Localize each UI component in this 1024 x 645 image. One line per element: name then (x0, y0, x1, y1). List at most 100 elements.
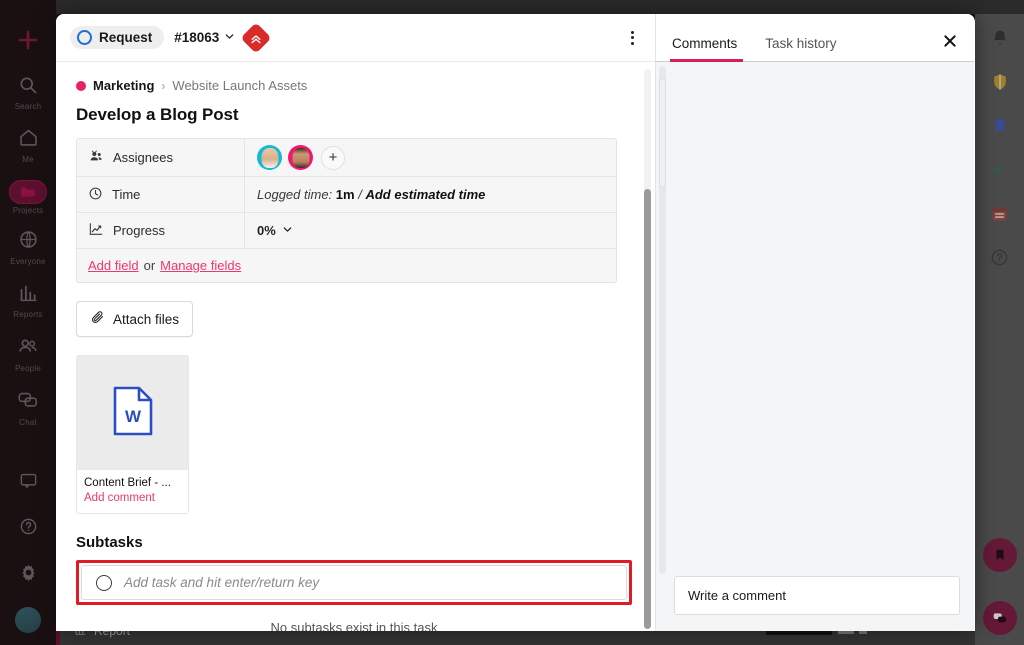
subtask-input-placeholder: Add task and hit enter/return key (124, 575, 320, 590)
avatar-face (261, 148, 278, 168)
scrollbar-thumb[interactable] (644, 189, 651, 629)
question-icon[interactable] (990, 248, 1009, 272)
calendar-icon[interactable] (990, 204, 1009, 229)
gear-icon (19, 563, 38, 587)
subtask-status-circle-icon (96, 574, 112, 591)
task-id-label: #18063 (174, 30, 220, 45)
bookmark-icon[interactable] (991, 116, 1009, 141)
tab-label: Comments (672, 35, 738, 51)
avatar[interactable] (288, 145, 313, 170)
comments-list (656, 62, 974, 576)
bookmark-fab-icon[interactable] (982, 538, 1017, 572)
avatar[interactable] (257, 145, 282, 170)
subtask-input[interactable]: Add task and hit enter/return key (81, 565, 627, 600)
task-pane-scrollbar[interactable] (644, 69, 651, 629)
comments-scrollbar[interactable] (659, 66, 666, 574)
attach-files-button[interactable]: Attach files (76, 301, 194, 337)
field-label-progress: Progress (77, 213, 245, 248)
field-value-progress: 0% (245, 213, 616, 248)
task-header: Request #18063 (56, 14, 655, 62)
avatar-face (292, 148, 309, 168)
table-row: Progress 0% (77, 213, 616, 249)
field-label-time: Time (77, 177, 245, 212)
svg-text:W: W (124, 407, 141, 426)
logged-time-amount[interactable]: 1m (336, 187, 355, 202)
task-detail-pane: Request #18063 Marketing › Website Launc… (56, 14, 656, 631)
sidebar-item-chat[interactable]: Chat (0, 389, 56, 427)
home-icon (18, 127, 39, 153)
tab-label: Task history (765, 35, 837, 51)
chevron-down-icon (224, 30, 235, 45)
folder-icon (9, 180, 47, 204)
sidebar-item-label: Me (22, 155, 34, 164)
comment-input[interactable]: Write a comment (674, 576, 960, 615)
sidebar-item-label: People (14, 364, 42, 373)
add-field-link[interactable]: Add field (88, 258, 139, 273)
field-label-assignees: Assignees (77, 139, 245, 176)
logged-time-value: Logged time: 1m / Add estimated time (257, 187, 485, 202)
breadcrumb-list[interactable]: Website Launch Assets (172, 78, 307, 93)
sidebar-item-label: Chat (19, 418, 37, 427)
attach-files-label: Attach files (113, 311, 180, 327)
globe-icon (18, 229, 39, 255)
sidebar-item-create[interactable] (0, 28, 56, 57)
add-estimated-time-link[interactable]: Add estimated time (365, 187, 485, 202)
sidebar-item-reports[interactable]: Reports (0, 282, 56, 319)
urgent-priority-icon[interactable] (240, 21, 272, 54)
sidebar-item-label: Reports (13, 310, 43, 319)
tab-task-history[interactable]: Task history (751, 35, 850, 62)
field-label-text: Assignees (113, 150, 173, 165)
field-label-text: Progress (113, 223, 166, 238)
megaphone-icon[interactable] (989, 160, 1010, 185)
sidebar-item-settings[interactable] (0, 563, 56, 587)
close-icon[interactable] (938, 29, 962, 53)
comments-pane: Comments Task history Write a comment (656, 14, 974, 631)
status-badge[interactable]: Request (70, 26, 165, 49)
comments-header: Comments Task history (656, 14, 974, 62)
task-id-dropdown[interactable]: #18063 (174, 30, 235, 45)
people-icon (17, 335, 39, 362)
sidebar-item-me[interactable]: Me (0, 127, 56, 164)
progress-dropdown[interactable]: 0% (257, 223, 293, 238)
chat-icon (17, 389, 39, 416)
kebab-menu-icon[interactable] (619, 25, 645, 51)
sidebar-item-feedback[interactable] (0, 471, 56, 495)
avatar[interactable] (15, 607, 41, 633)
sidebar-item-help[interactable] (0, 517, 56, 541)
time-divider: / (358, 187, 362, 202)
chat-fab-icon[interactable] (982, 601, 1017, 635)
field-value-assignees: + (245, 139, 616, 176)
chart-icon (18, 282, 39, 308)
bell-icon[interactable] (990, 28, 1010, 53)
field-label-text: Time (112, 187, 141, 202)
sidebar-item-search[interactable]: Search (0, 75, 56, 111)
sidebar-item-projects[interactable]: Projects (0, 180, 56, 215)
comment-composer-wrap: Write a comment (656, 576, 974, 631)
help-icon (19, 517, 38, 541)
shield-icon[interactable] (990, 72, 1010, 97)
attachment-card[interactable]: W Content Brief - ... Add comment (76, 355, 189, 514)
status-badge-label: Request (99, 30, 153, 45)
comment-input-placeholder: Write a comment (688, 588, 787, 603)
add-assignee-button[interactable]: + (321, 145, 345, 170)
status-circle-icon (77, 30, 92, 45)
paperclip-icon (90, 310, 105, 328)
attachment-add-comment-link[interactable]: Add comment (84, 492, 181, 504)
chevron-down-icon (282, 223, 293, 238)
subtasks-empty-text: No subtasks exist in this task (270, 620, 438, 631)
task-body: Marketing › Website Launch Assets Develo… (56, 62, 656, 631)
kebab-dot (630, 30, 634, 34)
breadcrumb: Marketing › Website Launch Assets (76, 78, 632, 93)
fields-footer-or: or (143, 258, 156, 273)
manage-fields-link[interactable]: Manage fields (160, 258, 241, 273)
sidebar-item-label: Projects (12, 206, 44, 215)
tab-comments[interactable]: Comments (670, 35, 751, 62)
scrollbar-thumb[interactable] (659, 78, 666, 188)
app-background: Search Me Projects Everyone Reports Peop… (0, 0, 1024, 645)
sidebar-item-people[interactable]: People (0, 335, 56, 373)
sidebar-item-everyone[interactable]: Everyone (0, 229, 56, 266)
task-fields-table: Assignees + Time Logged time: 1m / Add e… (76, 138, 617, 283)
breadcrumb-project[interactable]: Marketing (93, 78, 154, 93)
feedback-icon (19, 471, 38, 495)
fields-footer: Add field or Manage fields (77, 249, 616, 282)
